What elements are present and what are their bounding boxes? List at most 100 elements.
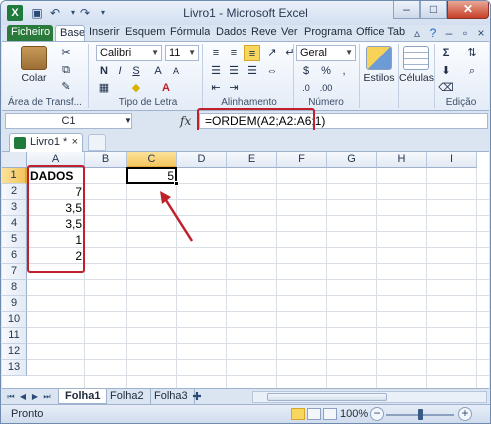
column-header-h[interactable]: H — [377, 152, 427, 168]
font-name-select[interactable]: Calibri ▼ — [96, 45, 162, 61]
cells-button[interactable]: Células — [399, 46, 434, 84]
horizontal-scrollbar[interactable] — [252, 391, 487, 403]
currency-icon[interactable]: $ — [298, 63, 314, 79]
borders-icon[interactable]: ▦ — [96, 80, 112, 96]
row-header-2[interactable]: 2 — [2, 184, 27, 200]
row-header-9[interactable]: 9 — [2, 296, 27, 312]
increase-decimal-icon[interactable]: .0 — [298, 80, 314, 96]
zoom-level[interactable]: 100% — [340, 408, 368, 420]
autosum-icon[interactable]: Σ — [438, 45, 454, 61]
row-header-7[interactable]: 7 — [2, 264, 27, 280]
close-icon[interactable]: × — [72, 134, 78, 151]
row-header-6[interactable]: 6 — [2, 248, 27, 264]
last-sheet-icon[interactable]: ⏭ — [42, 391, 52, 403]
page-break-view-icon[interactable] — [323, 408, 337, 420]
row-header-8[interactable]: 8 — [2, 280, 27, 296]
row-header-3[interactable]: 3 — [2, 200, 27, 216]
bold-icon[interactable]: N — [96, 63, 112, 79]
tab-data[interactable]: Dados — [212, 25, 246, 41]
first-sheet-icon[interactable]: ⏮ — [6, 391, 16, 403]
tab-home[interactable]: Base — [55, 25, 85, 41]
cut-icon[interactable]: ✂ — [58, 45, 74, 61]
insert-function-icon[interactable]: fx — [180, 114, 191, 128]
fill-handle[interactable] — [174, 181, 179, 186]
column-header-f[interactable]: F — [277, 152, 327, 168]
workbook-restore-icon[interactable]: ▫ — [457, 25, 473, 41]
scrollbar-thumb[interactable] — [267, 393, 387, 401]
decrease-decimal-icon[interactable]: .00 — [318, 80, 334, 96]
underline-icon[interactable]: S — [128, 63, 144, 79]
workbook-minimize-icon[interactable]: – — [441, 25, 457, 41]
help-icon[interactable]: ? — [425, 25, 441, 41]
prev-sheet-icon[interactable]: ◀ — [18, 391, 28, 403]
merge-center-icon[interactable]: ⇔ — [264, 63, 280, 79]
column-header-c[interactable]: C — [127, 152, 177, 168]
tab-page-layout[interactable]: Esquema d — [121, 25, 165, 41]
row-header-10[interactable]: 10 — [2, 312, 27, 328]
insert-sheet-icon[interactable]: ✚ — [192, 391, 202, 403]
increase-indent-icon[interactable]: ⇥ — [226, 80, 242, 96]
font-color-icon[interactable]: A — [158, 80, 174, 96]
row-header-1[interactable]: 1 — [2, 168, 27, 184]
zoom-out-icon[interactable]: − — [370, 407, 384, 421]
sheet-tab-folha1[interactable]: Folha1 — [58, 389, 108, 404]
thousands-icon[interactable]: , — [336, 63, 352, 79]
chevron-down-icon[interactable]: ▼ — [120, 113, 136, 129]
close-button[interactable]: ✕ — [447, 1, 489, 19]
row-header-11[interactable]: 11 — [2, 328, 27, 344]
sort-filter-icon[interactable]: ⇅ — [464, 45, 480, 61]
tab-file[interactable]: Ficheiro — [7, 25, 53, 41]
font-size-select[interactable]: 11 ▼ — [165, 45, 199, 61]
align-bottom-icon[interactable]: ≡ — [244, 45, 260, 61]
styles-button[interactable]: Estilos — [362, 46, 396, 84]
row-header-12[interactable]: 12 — [2, 344, 27, 360]
tab-developer[interactable]: Programad — [300, 25, 352, 41]
page-layout-view-icon[interactable] — [307, 408, 321, 420]
row-header-13[interactable]: 13 — [2, 360, 27, 376]
normal-view-icon[interactable] — [291, 408, 305, 420]
align-middle-icon[interactable]: ≡ — [226, 45, 242, 61]
decrease-font-icon[interactable]: A — [168, 63, 184, 79]
maximize-button[interactable]: □ — [420, 1, 447, 19]
next-sheet-icon[interactable]: ▶ — [30, 391, 40, 403]
align-left-icon[interactable]: ☰ — [208, 63, 224, 79]
percent-icon[interactable]: % — [318, 63, 334, 79]
row-header-5[interactable]: 5 — [2, 232, 27, 248]
align-top-icon[interactable]: ≡ — [208, 45, 224, 61]
tab-insert[interactable]: Inserir — [85, 25, 121, 41]
workbook-tab[interactable]: Livro1 * × — [9, 133, 83, 152]
sheet-tab-folha3[interactable]: Folha3 — [148, 389, 195, 404]
fill-icon[interactable]: ⬇ — [438, 63, 454, 79]
tab-formulas[interactable]: Fórmulas — [166, 25, 210, 41]
clear-icon[interactable]: ⌫ — [438, 80, 454, 96]
row-header-4[interactable]: 4 — [2, 216, 27, 232]
increase-font-icon[interactable]: A — [150, 63, 166, 79]
fill-color-icon[interactable]: ◆ — [128, 80, 144, 96]
ribbon-minimize-icon[interactable]: ▵ — [409, 25, 425, 41]
sheet-tab-folha2[interactable]: Folha2 — [104, 389, 151, 404]
name-box[interactable]: C1 — [5, 113, 132, 129]
workbook-close-icon[interactable]: × — [473, 25, 489, 41]
tab-view[interactable]: Ver — [277, 25, 299, 41]
tab-office-tab[interactable]: Office Tab — [352, 25, 406, 41]
column-header-g[interactable]: G — [327, 152, 377, 168]
find-select-icon[interactable]: ⌕ — [464, 63, 480, 79]
column-header-b[interactable]: B — [85, 152, 127, 168]
orientation-icon[interactable]: ↗ — [264, 45, 280, 61]
column-header-i[interactable]: I — [427, 152, 477, 168]
decrease-indent-icon[interactable]: ⇤ — [208, 80, 224, 96]
column-header-e[interactable]: E — [227, 152, 277, 168]
zoom-in-icon[interactable]: + — [458, 407, 472, 421]
align-center-icon[interactable]: ☰ — [226, 63, 242, 79]
align-right-icon[interactable]: ☰ — [244, 63, 260, 79]
format-painter-icon[interactable]: ✎ — [58, 79, 74, 95]
copy-icon[interactable]: ⧉ — [58, 62, 74, 78]
number-format-select[interactable]: Geral ▼ — [296, 45, 356, 61]
select-all-corner[interactable] — [2, 152, 27, 168]
column-header-d[interactable]: D — [177, 152, 227, 168]
new-workbook-tab-icon[interactable] — [88, 134, 106, 151]
tab-review[interactable]: Rever — [247, 25, 277, 41]
paste-button[interactable]: Colar — [12, 46, 56, 84]
zoom-slider-thumb[interactable] — [418, 409, 423, 420]
minimize-button[interactable]: – — [393, 1, 420, 19]
